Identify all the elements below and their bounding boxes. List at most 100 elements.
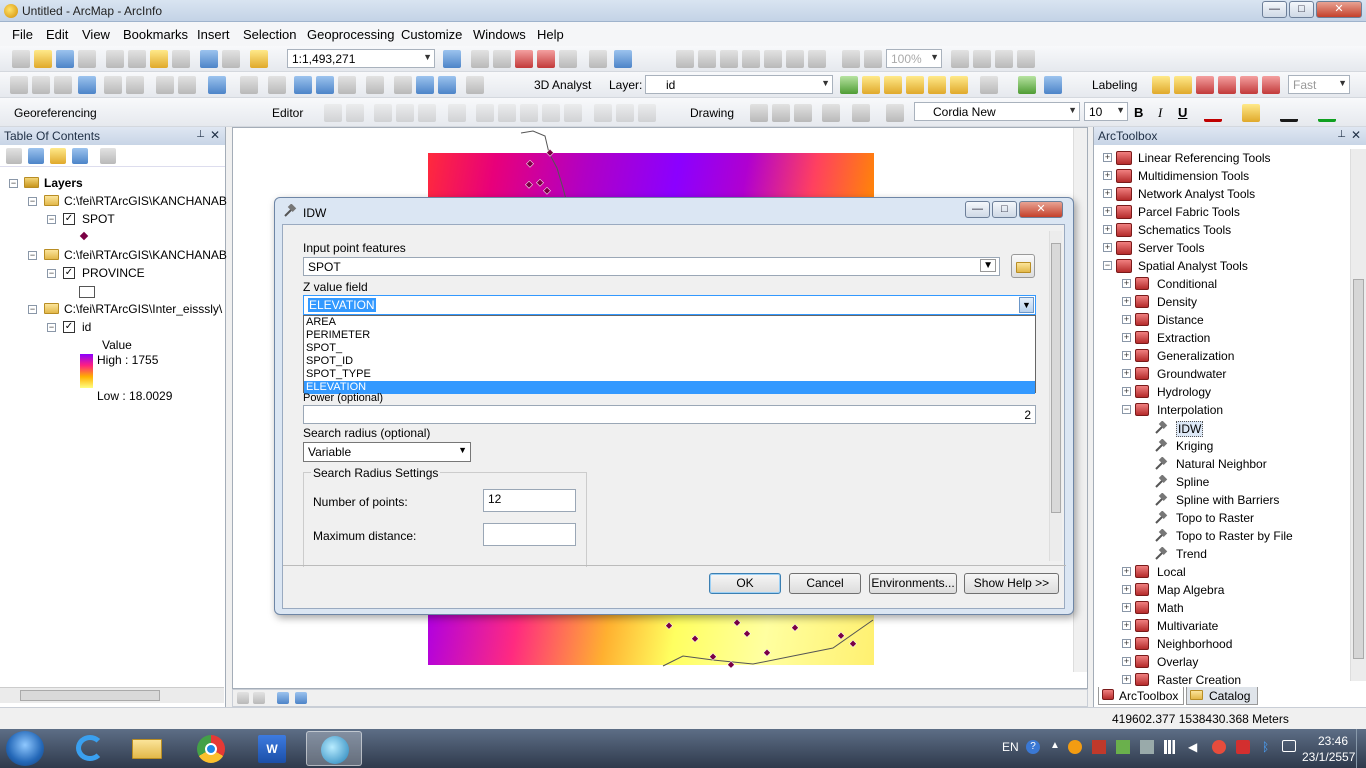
province-visibility-checkbox[interactable]: ✓ [63,267,75,279]
edit-annotation-icon[interactable] [346,104,364,122]
menu-selection[interactable]: Selection [243,27,296,42]
map-vscrollbar[interactable] [1073,128,1087,672]
z-option[interactable]: AREA [304,316,1035,329]
full-extent-icon[interactable] [78,76,96,94]
clock-time[interactable]: 23:46 [1318,734,1348,748]
z-option[interactable]: SPOT_ID [304,355,1035,368]
steepest-path-icon[interactable] [862,76,880,94]
expand-icon[interactable]: + [1103,243,1112,252]
layer-combo[interactable]: id ▼ [645,75,833,94]
change-layout-icon[interactable] [995,50,1013,68]
arcscene-icon[interactable] [1018,76,1036,94]
expand-icon[interactable]: + [1122,333,1131,342]
interpolate-line-icon[interactable] [928,76,946,94]
tool-item[interactable]: Trend [1176,547,1207,561]
list-by-order-icon[interactable] [6,148,22,164]
pause-drawing-icon[interactable] [295,692,307,704]
toolset-item[interactable]: Hydrology [1157,385,1211,399]
expand-icon[interactable]: + [1103,225,1112,234]
table-icon[interactable] [471,50,489,68]
editor-menu[interactable]: Editor [272,106,303,120]
fixed-zoom-in-map-icon[interactable] [104,76,122,94]
help-icon[interactable] [614,50,632,68]
maxdist-field[interactable] [483,523,576,546]
expand-icon[interactable]: + [1122,369,1131,378]
close-button[interactable]: ✕ [1316,1,1362,18]
file-explorer-icon[interactable] [120,731,176,766]
show-help-button[interactable]: Show Help >> [964,573,1059,594]
underline-button[interactable]: U [1178,105,1187,120]
tray-device-icon[interactable] [1140,740,1154,754]
clock-date[interactable]: 23/1/2557 [1302,750,1355,764]
toolbox-item[interactable]: Schematics Tools [1138,223,1231,237]
focus-frame-icon[interactable] [973,50,991,68]
toolset-item[interactable]: Density [1157,295,1197,309]
undo-icon[interactable] [200,50,218,68]
toolbox-icon[interactable] [515,50,533,68]
measure-icon[interactable] [366,76,384,94]
zoom-selected-icon[interactable] [794,104,812,122]
power-field[interactable]: 2 [303,405,1036,424]
reshape-icon[interactable] [498,104,516,122]
marker-color-icon[interactable] [1318,104,1336,122]
menu-bookmarks[interactable]: Bookmarks [123,27,188,42]
interpolate-polygon-icon[interactable] [950,76,968,94]
collapse-icon[interactable]: − [28,251,37,260]
delete-icon[interactable] [172,50,190,68]
interpolate-point-icon[interactable] [906,76,924,94]
menu-insert[interactable]: Insert [197,27,230,42]
dialog-maximize-button[interactable]: □ [992,201,1017,218]
menu-windows[interactable]: Windows [473,27,526,42]
toolbox-item[interactable]: Spatial Analyst Tools [1138,259,1248,273]
toolset-item[interactable]: Conditional [1157,277,1217,291]
fixed-zoom-out-icon[interactable] [808,50,826,68]
zoom-100-icon[interactable] [764,50,782,68]
label-priority-icon[interactable] [1174,76,1192,94]
scroll-thumb[interactable] [1051,243,1061,513]
go-back-icon[interactable] [156,76,174,94]
html-popup-icon[interactable] [338,76,356,94]
menu-edit[interactable]: Edit [46,27,68,42]
cut-icon[interactable] [106,50,124,68]
expand-icon[interactable]: + [1122,387,1131,396]
pdf-tray-icon[interactable] [1236,740,1250,754]
maximize-button[interactable]: □ [1289,1,1314,18]
lock-labels-icon[interactable] [1218,76,1236,94]
add-data-icon[interactable] [250,50,268,68]
line-color-icon[interactable] [1280,104,1298,122]
expand-icon[interactable]: + [1103,207,1112,216]
new-icon[interactable] [12,50,30,68]
select-features-icon[interactable] [208,76,226,94]
pause-labeling-icon[interactable] [1240,76,1258,94]
pin-icon[interactable]: ⊥ [1337,129,1346,140]
expand-icon[interactable]: + [1122,585,1131,594]
sketch-properties-icon[interactable] [616,104,634,122]
toc-group-1[interactable]: C:\fei\RTArcGIS\KANCHANAB [64,194,227,208]
toolset-item[interactable]: Map Algebra [1157,583,1224,597]
alert-icon[interactable] [1212,740,1226,754]
tool-item[interactable]: Kriging [1176,439,1213,453]
toc-layer-province[interactable]: PROVINCE [82,266,145,280]
toolset-item[interactable]: Multivariate [1157,619,1218,633]
search-radius-select[interactable]: Variable ▼ [303,442,471,462]
3d-analyst-menu[interactable]: 3D Analyst [534,78,591,92]
layout-view-icon[interactable] [253,692,265,704]
drawing-menu[interactable]: Drawing [690,106,734,120]
edit-tool-icon[interactable] [324,104,342,122]
label-manager-icon[interactable] [1152,76,1170,94]
collapse-icon[interactable]: − [9,179,18,188]
font-color-icon[interactable] [1204,104,1222,122]
attributes-icon[interactable] [594,104,612,122]
paste-icon[interactable] [150,50,168,68]
redo-icon[interactable] [222,50,240,68]
fill-color-icon[interactable] [1242,104,1260,122]
toc-group-3[interactable]: C:\fei\RTArcGIS\Inter_eisssly\ [64,302,222,316]
toolset-item[interactable]: Extraction [1157,331,1210,345]
tray-app-icon[interactable] [1068,740,1082,754]
word-icon[interactable]: W [244,731,300,766]
toc-group-2[interactable]: C:\fei\RTArcGIS\KANCHANAB [64,248,227,262]
catalog-icon[interactable] [493,50,511,68]
text-icon[interactable] [852,104,870,122]
toolset-item[interactable]: Generalization [1157,349,1234,363]
expand-icon[interactable]: + [1122,297,1131,306]
